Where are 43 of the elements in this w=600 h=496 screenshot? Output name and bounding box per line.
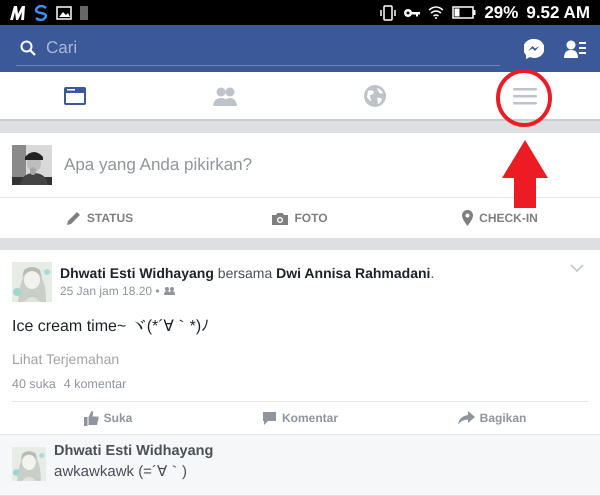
post-action[interactable]: Suka [12,402,204,434]
comment-count[interactable]: 4 komentar [64,377,126,391]
composer-action[interactable]: CHECK-IN [400,198,600,238]
location-pin-icon [462,210,474,226]
search-bar[interactable]: Cari [16,31,500,66]
camera-icon [272,212,288,224]
comment-icon [262,410,277,426]
comment-author[interactable]: Dhwati Esti Widhayang [54,443,214,459]
globe-icon [364,84,386,106]
post-header: Dhwati Esti Widhayang bersama Dwi Annisa Rahmadani. [60,265,434,281]
like-count[interactable]: 40 suka [12,377,56,391]
annotation-circle [495,68,553,128]
friend-requests-icon[interactable] [564,40,586,58]
thumbs-up-icon [84,410,99,426]
search-icon [20,40,36,56]
key-icon [404,8,420,18]
messenger-icon[interactable] [524,38,544,58]
wifi-icon [428,6,444,19]
vibrate-icon [380,4,396,20]
battery-percentage: 29% [484,2,518,22]
post-time: 25 Jan jam 18.20 • [60,284,160,298]
pencil-icon [66,211,81,225]
share-icon [458,411,475,425]
friends-icon [213,86,237,106]
menu-icon [513,86,537,104]
post-action[interactable]: Bagikan [396,402,588,434]
composer-action[interactable]: STATUS [0,198,200,238]
news-feed-icon [63,86,87,106]
image-icon [56,6,72,20]
annotation-arrow [502,140,548,208]
phone-storage-icon [80,6,88,20]
shield-icon [34,4,48,20]
battery-icon [452,6,476,19]
composer-action[interactable]: FOTO [200,198,400,238]
post-action[interactable]: Komentar [204,402,396,434]
see-translation-link[interactable]: Lihat Terjemahan [12,351,588,367]
comment-text: awkawkawk (=´∀｀) [54,462,188,481]
clock: 9.52 AM [526,2,590,22]
friends-audience-icon [164,287,175,295]
post-text: Ice cream time~ ヾ(*´∀｀*)ﾉ [12,317,210,337]
search-field[interactable]: Cari [46,38,500,58]
app-logo-icon [10,6,26,20]
status-prompt[interactable]: Apa yang Anda pikirkan? [64,155,252,175]
